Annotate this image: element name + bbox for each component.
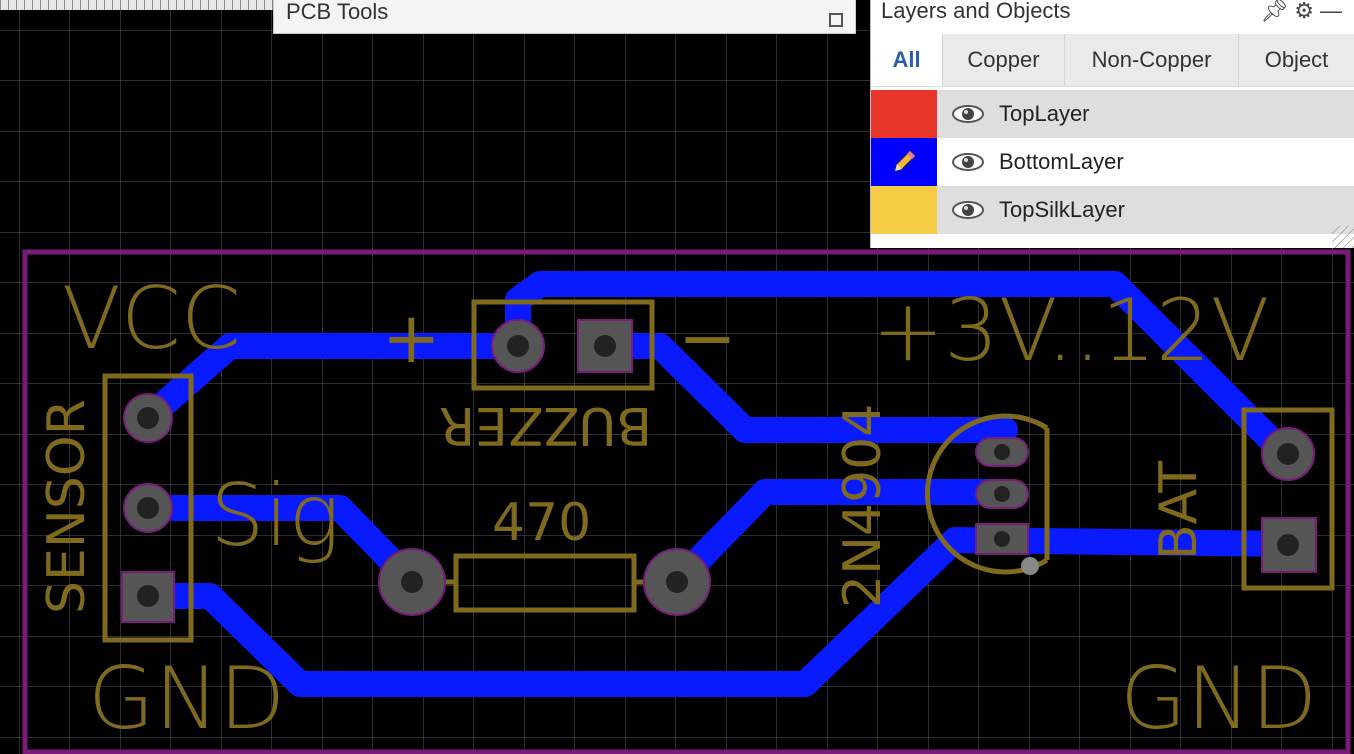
tab-copper[interactable]: Copper (943, 34, 1065, 86)
label-buzzer-plus: + (382, 297, 441, 379)
pencil-icon (894, 150, 916, 172)
label-resistor-value: 470 (492, 493, 591, 553)
label-transistor: 2N4904 (833, 404, 893, 608)
layer-name: BottomLayer (999, 149, 1124, 174)
label-buzzer: BUZZER (439, 395, 652, 455)
gear-icon[interactable]: ⚙ (1294, 0, 1320, 23)
maximize-icon[interactable] (829, 13, 843, 27)
tab-non-copper[interactable]: Non-Copper (1065, 34, 1239, 86)
label-sensor: SENSOR (37, 399, 97, 614)
eye-icon[interactable] (951, 152, 985, 172)
layer-color-swatch[interactable] (871, 186, 937, 234)
label-buzzer-minus: − (678, 297, 737, 379)
label-gnd-right: GND (1120, 649, 1317, 749)
layer-row-toplayer[interactable]: TopLayer (871, 90, 1354, 138)
label-battery: BAT (1149, 461, 1209, 560)
pin-icon[interactable]: 📌︎ (1260, 0, 1294, 23)
label-voltage: +3V..12V (872, 281, 1269, 381)
layers-panel-title: Layers and Objects (881, 0, 1071, 23)
tab-all[interactable]: All (871, 34, 943, 86)
layer-color-swatch[interactable] (871, 138, 937, 186)
layers-panel[interactable]: Layers and Objects 📌︎⚙— All Copper Non-C… (870, 0, 1354, 248)
layer-tabs: All Copper Non-Copper Object (871, 34, 1354, 87)
eye-icon[interactable] (951, 104, 985, 124)
label-vcc: VCC (62, 269, 241, 369)
layer-name: TopSilkLayer (999, 197, 1125, 222)
pcb-tools-title: PCB Tools (286, 0, 389, 24)
minimize-icon[interactable]: — (1320, 0, 1348, 23)
eye-icon[interactable] (951, 200, 985, 220)
tab-object[interactable]: Object (1239, 34, 1354, 86)
layer-name: TopLayer (999, 101, 1090, 126)
layer-row-bottomlayer[interactable]: BottomLayer (871, 138, 1354, 186)
ruler (0, 0, 280, 10)
label-gnd-left: GND (88, 649, 285, 749)
transistor-pin1-marker (1021, 557, 1039, 575)
resize-handle[interactable] (1332, 226, 1354, 248)
label-sig: Sig (210, 466, 340, 566)
pcb-tools-panel[interactable]: PCB Tools (273, 0, 856, 34)
layer-row-topsilklayer[interactable]: TopSilkLayer (871, 186, 1354, 234)
layer-color-swatch[interactable] (871, 90, 937, 138)
